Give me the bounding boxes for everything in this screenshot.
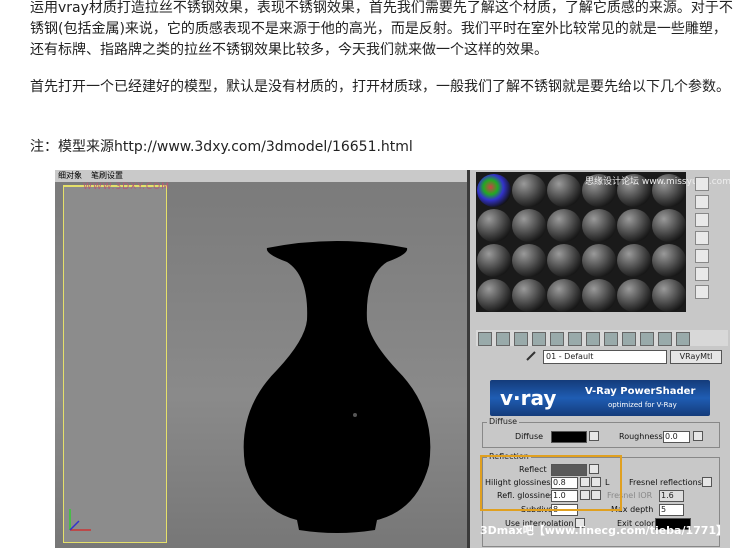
material-slot[interactable] bbox=[547, 279, 581, 312]
viewport-watermark: WWW.3DXY.COM bbox=[83, 182, 171, 192]
material-slot[interactable] bbox=[477, 209, 511, 242]
menu-item[interactable]: 笔刷设置 bbox=[91, 171, 123, 180]
tool-button-icon[interactable] bbox=[695, 267, 709, 281]
unique-icon[interactable] bbox=[568, 332, 582, 346]
roughness-spinner[interactable] bbox=[693, 431, 703, 441]
material-slot[interactable] bbox=[617, 279, 651, 312]
library-icon[interactable] bbox=[586, 332, 600, 346]
tool-button-icon[interactable] bbox=[695, 249, 709, 263]
material-slot[interactable] bbox=[512, 209, 546, 242]
put-material-icon[interactable] bbox=[496, 332, 510, 346]
delete-icon[interactable] bbox=[532, 332, 546, 346]
material-slot[interactable] bbox=[547, 244, 581, 277]
eyedropper-icon[interactable] bbox=[525, 350, 537, 362]
material-name-row: 01 - Default VRayMtl bbox=[525, 350, 725, 364]
material-type-button[interactable]: VRayMtl bbox=[670, 350, 722, 364]
material-slot[interactable] bbox=[547, 174, 581, 207]
go-sibling-icon[interactable] bbox=[676, 332, 690, 346]
viewport-menu-bar: 细对象 笔刷设置 bbox=[55, 170, 467, 182]
tool-button-icon[interactable] bbox=[695, 177, 709, 191]
diffuse-group-label: Diffuse bbox=[487, 417, 520, 426]
material-name-field[interactable]: 01 - Default bbox=[543, 350, 667, 364]
effects-icon[interactable] bbox=[604, 332, 618, 346]
material-slot[interactable] bbox=[582, 209, 616, 242]
material-slot[interactable] bbox=[512, 244, 546, 277]
roughness-field[interactable]: 0.0 bbox=[663, 431, 690, 443]
material-slot[interactable] bbox=[477, 279, 511, 312]
material-slot[interactable] bbox=[582, 279, 616, 312]
menu-item[interactable]: 细对象 bbox=[58, 171, 82, 180]
material-slots bbox=[476, 172, 686, 312]
material-slot[interactable] bbox=[512, 279, 546, 312]
max-depth-field[interactable]: 5 bbox=[659, 504, 684, 516]
step-paragraph: 首先打开一个已经建好的模型，默认是没有材质的，打开材质球，一般我们了解不锈钢就是… bbox=[30, 79, 730, 95]
bottom-watermark: 3Dmax吧【www.linecg.com/tieba/1771】 bbox=[480, 524, 728, 537]
editor-toolbar bbox=[476, 330, 728, 346]
material-editor: 思缘设计论坛 www.missyuan.com 01 - Default VRa… bbox=[467, 170, 730, 548]
vray-title: V-Ray PowerShader bbox=[585, 386, 696, 397]
screenshot-figure: 细对象 笔刷设置 WWW.3DXY.COM 思缘设计论坛 www.missyuan… bbox=[55, 170, 730, 548]
show-end-icon[interactable] bbox=[640, 332, 654, 346]
source-note: 注：模型来源http://www.3dxy.com/3dmodel/16651.… bbox=[30, 139, 413, 155]
material-slot[interactable] bbox=[512, 174, 546, 207]
fresnel-checkbox[interactable] bbox=[702, 477, 712, 487]
fresnel-label: Fresnel reflections bbox=[629, 478, 702, 487]
material-slot[interactable] bbox=[617, 209, 651, 242]
go-parent-icon[interactable] bbox=[658, 332, 672, 346]
fresnel-ior-field[interactable]: 1.6 bbox=[659, 490, 684, 502]
viewport: 细对象 笔刷设置 WWW.3DXY.COM bbox=[55, 170, 467, 548]
tool-button-icon[interactable] bbox=[695, 231, 709, 245]
material-slot[interactable] bbox=[547, 209, 581, 242]
tool-button-icon[interactable] bbox=[695, 213, 709, 227]
vray-logo: v·ray bbox=[500, 386, 557, 410]
material-slot[interactable] bbox=[477, 244, 511, 277]
side-toolbar bbox=[695, 174, 711, 309]
vray-banner: v·ray V-Ray PowerShader optimized for V-… bbox=[490, 380, 710, 416]
tool-button-icon[interactable] bbox=[695, 285, 709, 299]
reflection-highlight-box bbox=[480, 455, 622, 511]
vase-model bbox=[243, 241, 431, 533]
material-slot[interactable] bbox=[477, 174, 511, 207]
material-slot[interactable] bbox=[617, 244, 651, 277]
side-viewport-frame bbox=[63, 185, 167, 543]
material-slot[interactable] bbox=[652, 209, 686, 242]
material-slot[interactable] bbox=[652, 279, 686, 312]
copy-icon[interactable] bbox=[550, 332, 564, 346]
roughness-label: Roughness bbox=[619, 432, 663, 441]
material-slot[interactable] bbox=[652, 244, 686, 277]
diffuse-label: Diffuse bbox=[515, 432, 544, 441]
axis-gizmo-icon bbox=[69, 509, 91, 531]
diffuse-color-swatch[interactable] bbox=[551, 431, 587, 443]
diffuse-group: Diffuse Diffuse Roughness 0.0 bbox=[482, 417, 720, 448]
show-map-icon[interactable] bbox=[622, 332, 636, 346]
tool-button-icon[interactable] bbox=[695, 195, 709, 209]
material-slot[interactable] bbox=[582, 244, 616, 277]
intro-paragraph: 运用vray材质打造拉丝不锈钢效果，表现不锈钢效果，首先我们需要先了解这个材质，… bbox=[30, 0, 733, 58]
vray-subtitle: optimized for V-Ray bbox=[608, 401, 677, 409]
diffuse-map-button[interactable] bbox=[589, 431, 599, 441]
assign-material-icon[interactable] bbox=[514, 332, 528, 346]
get-material-icon[interactable] bbox=[478, 332, 492, 346]
